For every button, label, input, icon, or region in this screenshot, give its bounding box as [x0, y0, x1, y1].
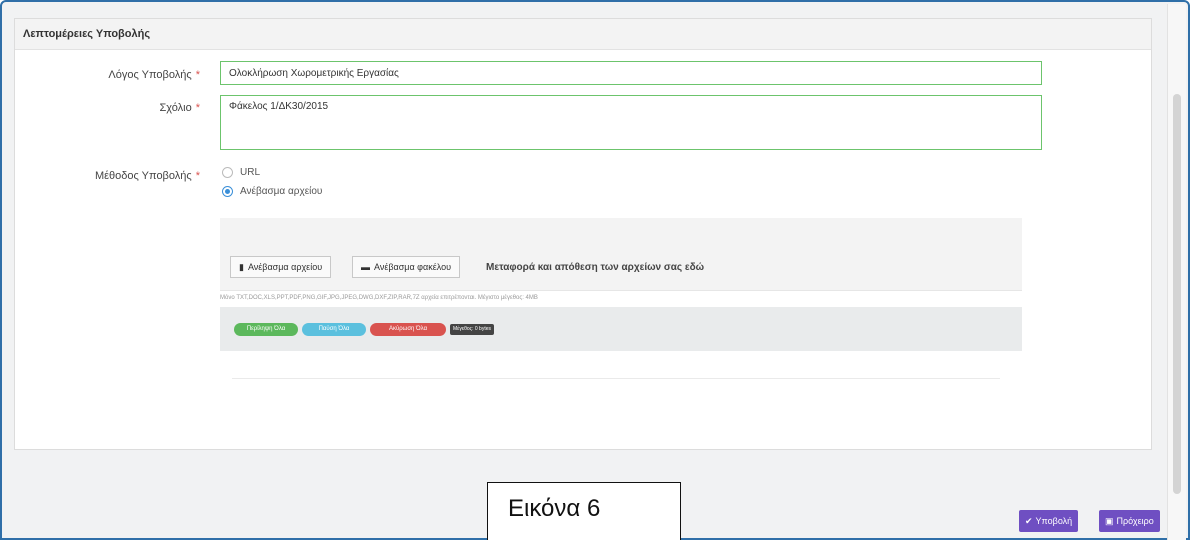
radio-url[interactable]: URL: [222, 167, 260, 178]
allowed-files-hint: Μόνο TXT,DOC,XLS,PPT,PDF,PNG,GIF,JPG,JPE…: [220, 295, 538, 301]
app-frame: Λεπτομέρειες Υποβολής Λόγος Υποβολής* Σχ…: [0, 0, 1190, 540]
upload-controls-bar: Περίληψη Όλα Παύση Όλα Ακύρωση Όλα Μέγεθ…: [220, 307, 1022, 351]
method-label-text: Μέθοδος Υποβολής: [94, 170, 192, 182]
upload-folder-button-label: Ανέβασμα φακέλου: [374, 262, 452, 272]
method-label: Μέθοδος Υποβολής *: [22, 170, 200, 182]
size-badge: Μέγεθος: 0 bytes: [450, 324, 494, 335]
comment-textarea[interactable]: Φάκελος 1/ΔΚ30/2015: [220, 95, 1042, 150]
draft-button-label: Πρόχειρο: [1116, 516, 1154, 526]
submit-button-label: Υποβολή: [1035, 516, 1073, 526]
radio-file-upload[interactable]: Ανέβασμα αρχείου: [222, 186, 322, 197]
required-mark: *: [195, 102, 200, 114]
radio-circle-url[interactable]: [222, 167, 233, 178]
check-icon: ✔: [1025, 516, 1033, 526]
scrollbar-thumb[interactable]: [1173, 94, 1181, 494]
reason-input[interactable]: [220, 61, 1042, 85]
upload-dropzone[interactable]: ▮ Ανέβασμα αρχείου ▬ Ανέβασμα φακέλου Με…: [220, 218, 1022, 291]
comment-label: Σχόλιο *: [22, 102, 200, 114]
save-icon: ▣: [1105, 516, 1114, 526]
folder-icon: ▬: [361, 262, 370, 272]
resume-all-button[interactable]: Περίληψη Όλα: [234, 323, 298, 336]
upload-file-button[interactable]: ▮ Ανέβασμα αρχείου: [230, 256, 332, 278]
comment-label-text: Σχόλιο: [159, 102, 192, 114]
radio-url-label: URL: [240, 167, 261, 178]
file-icon: ▮: [239, 262, 244, 272]
upload-folder-button[interactable]: ▬ Ανέβασμα φακέλου: [352, 256, 461, 278]
reason-label: Λόγος Υποβολής *: [22, 69, 200, 81]
submit-button[interactable]: ✔ Υποβολή: [1019, 510, 1079, 532]
radio-file-upload-label: Ανέβασμα αρχείου: [240, 186, 323, 197]
draft-button[interactable]: ▣ Πρόχειρο: [1099, 510, 1160, 532]
required-mark: *: [195, 170, 200, 182]
radio-circle-file-upload[interactable]: [222, 186, 233, 197]
reason-label-text: Λόγος Υποβολής: [108, 69, 192, 81]
pause-all-button[interactable]: Παύση Όλα: [302, 323, 366, 336]
figure-caption: Εικόνα 6: [487, 482, 681, 540]
drop-instruction: Μεταφορά και απόθεση των αρχείων σας εδώ: [486, 262, 705, 273]
divider: [232, 378, 1000, 379]
upload-file-button-label: Ανέβασμα αρχείου: [247, 262, 323, 272]
scrollbar[interactable]: [1167, 4, 1186, 540]
panel-title: Λεπτομέρειες Υποβολής: [15, 19, 1151, 50]
required-mark: *: [195, 69, 200, 81]
cancel-all-button[interactable]: Ακύρωση Όλα: [370, 323, 446, 336]
